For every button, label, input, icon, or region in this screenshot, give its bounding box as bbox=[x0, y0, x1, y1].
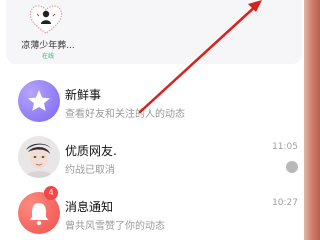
friend-panel-card: 凉薄少年葬... 在线 bbox=[6, 0, 302, 64]
list-item-subtitle: 约战已取消 bbox=[65, 165, 115, 176]
friend-avatar[interactable] bbox=[28, 2, 64, 36]
list-item-subtitle: 曾共风雪赞了你的动态 bbox=[65, 221, 165, 232]
friend-panel: 凉薄少年葬... 在线 bbox=[0, 0, 304, 64]
device-bezel bbox=[302, 0, 320, 240]
user-avatar bbox=[18, 136, 60, 178]
list-item-subtitle: 查看好友和关注的人的动态 bbox=[65, 109, 185, 120]
star-icon bbox=[28, 90, 50, 111]
unread-dot bbox=[286, 161, 298, 173]
friend-name[interactable]: 凉薄少年葬... bbox=[13, 38, 83, 51]
heart-avatar-icon bbox=[29, 5, 63, 34]
friend-online-status: 在线 bbox=[41, 53, 54, 60]
list-item-title: 消息通知 bbox=[65, 200, 114, 214]
unread-badge: 4 bbox=[44, 186, 58, 200]
list-item-time: 11:05 bbox=[272, 142, 298, 152]
friend-chat-avatar bbox=[18, 136, 60, 178]
list-item-news[interactable]: 新鲜事 查看好友和关注的人的动态 bbox=[0, 72, 304, 128]
screen: 凉薄少年葬... 在线 新鲜事 查看好友和关注的人的动态 优质网友. 约战已取消… bbox=[0, 0, 304, 240]
list-item-title: 优质网友. bbox=[65, 144, 117, 158]
list-item-notifications[interactable]: 4 消息通知 曾共风雪赞了你的动态 10:27 bbox=[0, 184, 304, 240]
conversation-list: 新鲜事 查看好友和关注的人的动态 优质网友. 约战已取消 11:05 4 消息通… bbox=[0, 72, 304, 240]
list-item-time: 10:27 bbox=[272, 198, 298, 208]
list-item-friend[interactable]: 优质网友. 约战已取消 11:05 bbox=[0, 128, 304, 184]
news-avatar bbox=[18, 80, 60, 122]
list-item-title: 新鲜事 bbox=[65, 88, 102, 102]
